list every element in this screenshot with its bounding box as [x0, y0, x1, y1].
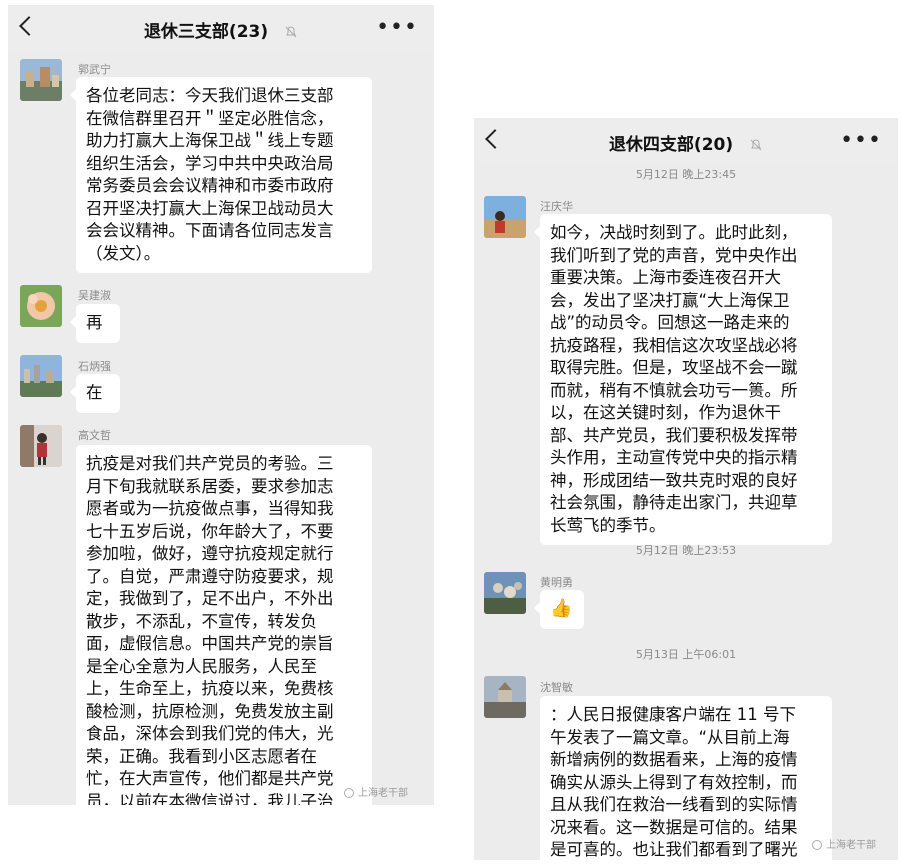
- watermark-text: 上海老干部: [826, 840, 876, 851]
- thumbs-up-icon[interactable]: 👍: [534, 590, 584, 629]
- avatar[interactable]: [484, 572, 526, 614]
- mute-bell-icon: [285, 26, 297, 38]
- sender-name: 郭武宁: [78, 63, 111, 76]
- chat-header: 退休四支部(20) •••: [474, 118, 898, 166]
- more-options-icon[interactable]: •••: [376, 15, 418, 40]
- chat-title: 退休三支部(23): [143, 22, 269, 42]
- message-bubble[interactable]: 如今，决战时刻到了。此时此刻， 我们听到了党的声音，党中央作出 重要决策。上海市…: [534, 214, 832, 545]
- timestamp: 5月12日 晚上23:45: [635, 168, 737, 181]
- message-bubble[interactable]: 在: [70, 374, 120, 413]
- sender-name: 沈智敏: [540, 681, 573, 694]
- avatar[interactable]: [484, 196, 526, 238]
- timestamp: 5月13日 上午06:01: [635, 648, 737, 661]
- chat-window-right: 退休四支部(20) ••• 5月12日 晚上23:45 汪庆华 如今，决战时刻到…: [474, 118, 898, 860]
- sender-name: 汪庆华: [540, 200, 573, 213]
- chat-header: 退休三支部(23) •••: [8, 5, 434, 53]
- chat-window-left: 退休三支部(23) ••• 郭武宁 各位老同志：今天我们退休三支部 在微信群里召…: [8, 5, 434, 805]
- avatar[interactable]: [20, 425, 62, 467]
- watermark-text: 上海老干部: [358, 788, 408, 799]
- avatar[interactable]: [20, 355, 62, 397]
- avatar[interactable]: [20, 285, 62, 327]
- sender-name: 吴建淑: [78, 289, 111, 302]
- watermark: 上海老干部: [812, 836, 876, 851]
- more-options-icon[interactable]: •••: [840, 128, 882, 153]
- sender-name: 石炳强: [78, 360, 111, 373]
- chat-title-wrap: 退休三支部(23): [8, 17, 434, 42]
- message-bubble[interactable]: 各位老同志：今天我们退休三支部 在微信群里召开＂坚定必胜信念， 助力打赢大上海保…: [70, 77, 372, 273]
- watermark-logo-icon: [812, 840, 822, 850]
- sender-name: 高文哲: [78, 429, 111, 442]
- sender-name: 黄明勇: [540, 576, 573, 589]
- watermark-logo-icon: [344, 788, 354, 798]
- message-bubble[interactable]: 再: [70, 304, 120, 343]
- avatar[interactable]: [484, 676, 526, 718]
- chat-title: 退休四支部(20): [608, 135, 734, 155]
- avatar[interactable]: [20, 59, 62, 101]
- chat-title-wrap: 退休四支部(20): [474, 130, 898, 155]
- message-bubble[interactable]: 抗疫是对我们共产党员的考验。三 月下旬我就联系居委，要求参加志 愿者或为一抗疫做…: [76, 445, 372, 805]
- message-bubble[interactable]: ：人民日报健康客户端在 11 号下 午发表了一篇文章。“从目前上海 新增病例的数…: [540, 696, 832, 860]
- timestamp: 5月12日 晚上23:53: [635, 544, 737, 557]
- watermark: 上海老干部: [344, 784, 408, 799]
- mute-bell-icon: [750, 139, 762, 151]
